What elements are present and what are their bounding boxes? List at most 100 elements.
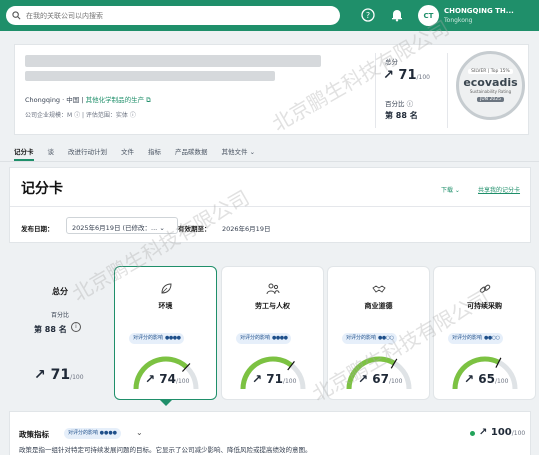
company-meta: 公司企业规模：M ⓘ | 评估范围：实体 ⓘ <box>25 112 136 119</box>
impact-label: 对评分的影响 <box>346 335 377 341</box>
theme-score-denominator: /100 <box>494 378 509 385</box>
theme-score-value: 71 <box>266 372 283 386</box>
theme-card-sustainable-procurement[interactable]: 可持续采购 对评分的影响 ●●○○ ↗ 65/100 <box>433 266 536 400</box>
leaf-icon <box>161 283 172 294</box>
policy-title: 政策指标 <box>19 430 49 439</box>
score-value: 71 <box>398 68 417 83</box>
tab-product-carbon[interactable]: 产品碳数据 <box>175 146 208 161</box>
impact-pill: 对评分的影响 ●●○○ <box>342 333 398 344</box>
redacted-company-name <box>25 55 321 67</box>
theme-score-denominator: /100 <box>282 378 297 385</box>
theme-score: ↗ 71/100 <box>252 372 297 386</box>
bell-icon[interactable] <box>390 8 404 22</box>
top-bar: ? CT CHONGQING TH... Tongkong <box>0 0 539 31</box>
tab-talk[interactable]: 谈 <box>48 146 55 161</box>
theme-name: 劳工与人权 <box>255 302 290 310</box>
tab-documents[interactable]: 文件 <box>121 146 134 161</box>
scorecard-title: 记分卡 <box>21 181 63 197</box>
policy-indicator-row[interactable]: 政策指标 对评分的影响 ●●●● ⌄ ↗ 100/100 政策是指一组针对特定可… <box>9 411 531 455</box>
publish-date-label: 发布日期： <box>21 225 54 233</box>
medal-brand: ecovadis <box>463 76 518 89</box>
search-input[interactable] <box>26 11 326 20</box>
search-box[interactable] <box>6 6 340 25</box>
theme-score-value: 67 <box>372 372 389 386</box>
percentile-rank: 第 88 名 <box>385 111 418 120</box>
impact-dots: ●●●● <box>272 335 288 341</box>
download-button[interactable]: 下载 ⌄ <box>441 185 460 194</box>
industry-link[interactable]: 其他化学制品的生产 <box>86 96 145 104</box>
tab-other-documents[interactable]: 其他文件 ⌄ <box>222 146 256 161</box>
impact-dots: ●●○○ <box>484 335 500 341</box>
help-icon[interactable]: ? <box>361 8 375 22</box>
theme-card-labor-human-rights[interactable]: 劳工与人权 对评分的影响 ●●●● ↗ 71/100 <box>221 266 324 400</box>
percentile-label: 百分比 ⓘ <box>385 98 413 108</box>
overall-score-panel: 总分 百分比 第 88 名 i ↗ 71/100 <box>14 270 106 400</box>
location-text: Chongqing · 中国 | <box>25 96 84 104</box>
policy-score: ↗ 100/100 <box>479 427 526 438</box>
theme-name: 商业道德 <box>364 302 393 310</box>
medal-tagline: Sustainability Rating <box>469 89 512 94</box>
theme-score: ↗ 67/100 <box>358 372 403 386</box>
impact-label: 对评分的影响 <box>240 335 271 341</box>
policy-description: 政策是指一组针对特定可持续发展问题的目标。它显示了公司减少影响、降低风险或提高绩… <box>19 446 312 454</box>
people-icon <box>266 283 280 295</box>
percentile-text: 百分比 <box>385 100 405 108</box>
account-name[interactable]: CHONGQING TH... <box>444 7 514 15</box>
tab-scorecard[interactable]: 记分卡 <box>14 146 34 161</box>
impact-dots: ●●●● <box>165 335 181 341</box>
avatar[interactable]: CT <box>418 5 439 26</box>
tab-improvement-plan[interactable]: 改进行动计划 <box>68 146 107 161</box>
impact-dots: ●●○○ <box>378 335 394 341</box>
policy-impact-pill: 对评分的影响 ●●●● <box>64 428 122 439</box>
status-dot <box>470 431 475 436</box>
impact-pill: 对评分的影响 ●●●● <box>236 333 292 344</box>
search-icon <box>12 11 21 20</box>
theme-score: ↗ 65/100 <box>464 372 509 386</box>
tab-divider <box>0 161 539 162</box>
total-score-label: 总分 <box>385 58 398 66</box>
theme-score-value: 65 <box>478 372 495 386</box>
chevron-down-icon[interactable]: ⌄ <box>136 428 143 437</box>
redacted-company-name-line2 <box>25 71 275 81</box>
theme-score-denominator: /100 <box>175 378 190 385</box>
expiry-date-value: 2026年6月19日 <box>222 225 271 233</box>
overall-score-denominator: /100 <box>70 374 84 381</box>
divider <box>375 53 376 128</box>
impact-pill: 对评分的影响 ●●○○ <box>448 333 504 344</box>
total-score: ↗ 71/100 <box>383 68 430 83</box>
company-location: Chongqing · 中国 | 其他化学制品的生产 ⧉ <box>25 94 151 105</box>
divider <box>10 206 530 207</box>
info-icon[interactable]: ⓘ <box>407 100 414 108</box>
theme-score: ↗ 74/100 <box>145 372 190 386</box>
overall-score-label: 总分 <box>52 287 68 296</box>
medal-level: SILVER | Top 15% <box>468 69 513 74</box>
info-icon[interactable]: i <box>71 322 81 332</box>
tab-indicators[interactable]: 指标 <box>148 146 161 161</box>
theme-score-value: 74 <box>159 372 176 386</box>
expiry-date-label: 有效期至： <box>178 225 211 233</box>
impact-label: 对评分的影响 <box>452 335 483 341</box>
account-sub: Tongkong <box>444 17 473 24</box>
overall-rank: 第 88 名 <box>34 325 67 334</box>
theme-card-environment[interactable]: 环境 对评分的影响 ●●●● ↗ 74/100 <box>114 266 217 400</box>
divider <box>447 53 448 128</box>
score-denominator: /100 <box>416 74 430 81</box>
ecovadis-medal: SILVER | Top 15% ecovadis Sustainability… <box>456 51 525 120</box>
theme-card-ethics[interactable]: 商业道德 对评分的影响 ●●○○ ↗ 67/100 <box>327 266 430 400</box>
medal-date: JUN 2025 <box>477 97 504 102</box>
impact-pill: 对评分的影响 ●●●● <box>129 333 185 344</box>
overall-score: ↗ 71/100 <box>34 367 84 383</box>
scorecard-header: 记分卡 下载 ⌄ 共享我的记分卡 发布日期： 2025年6月19日 (已修改：.… <box>9 167 531 243</box>
policy-score-denominator: /100 <box>511 430 526 437</box>
policy-score-value: 100 <box>490 427 512 438</box>
selected-card-caret <box>160 400 172 406</box>
share-scorecard-link[interactable]: 共享我的记分卡 <box>478 185 520 194</box>
impact-label: 对评分的影响 <box>133 335 164 341</box>
company-profile-card: Chongqing · 中国 | 其他化学制品的生产 ⧉ 公司企业规模：M ⓘ … <box>14 44 529 135</box>
overall-percentile-label: 百分比 <box>50 312 69 319</box>
theme-score-denominator: /100 <box>388 378 403 385</box>
handshake-icon <box>372 285 386 293</box>
publish-date-select[interactable]: 2025年6月19日 (已修改：... ⌄ <box>66 217 178 234</box>
external-link-icon[interactable]: ⧉ <box>146 96 151 104</box>
overall-score-value: 71 <box>50 367 71 383</box>
